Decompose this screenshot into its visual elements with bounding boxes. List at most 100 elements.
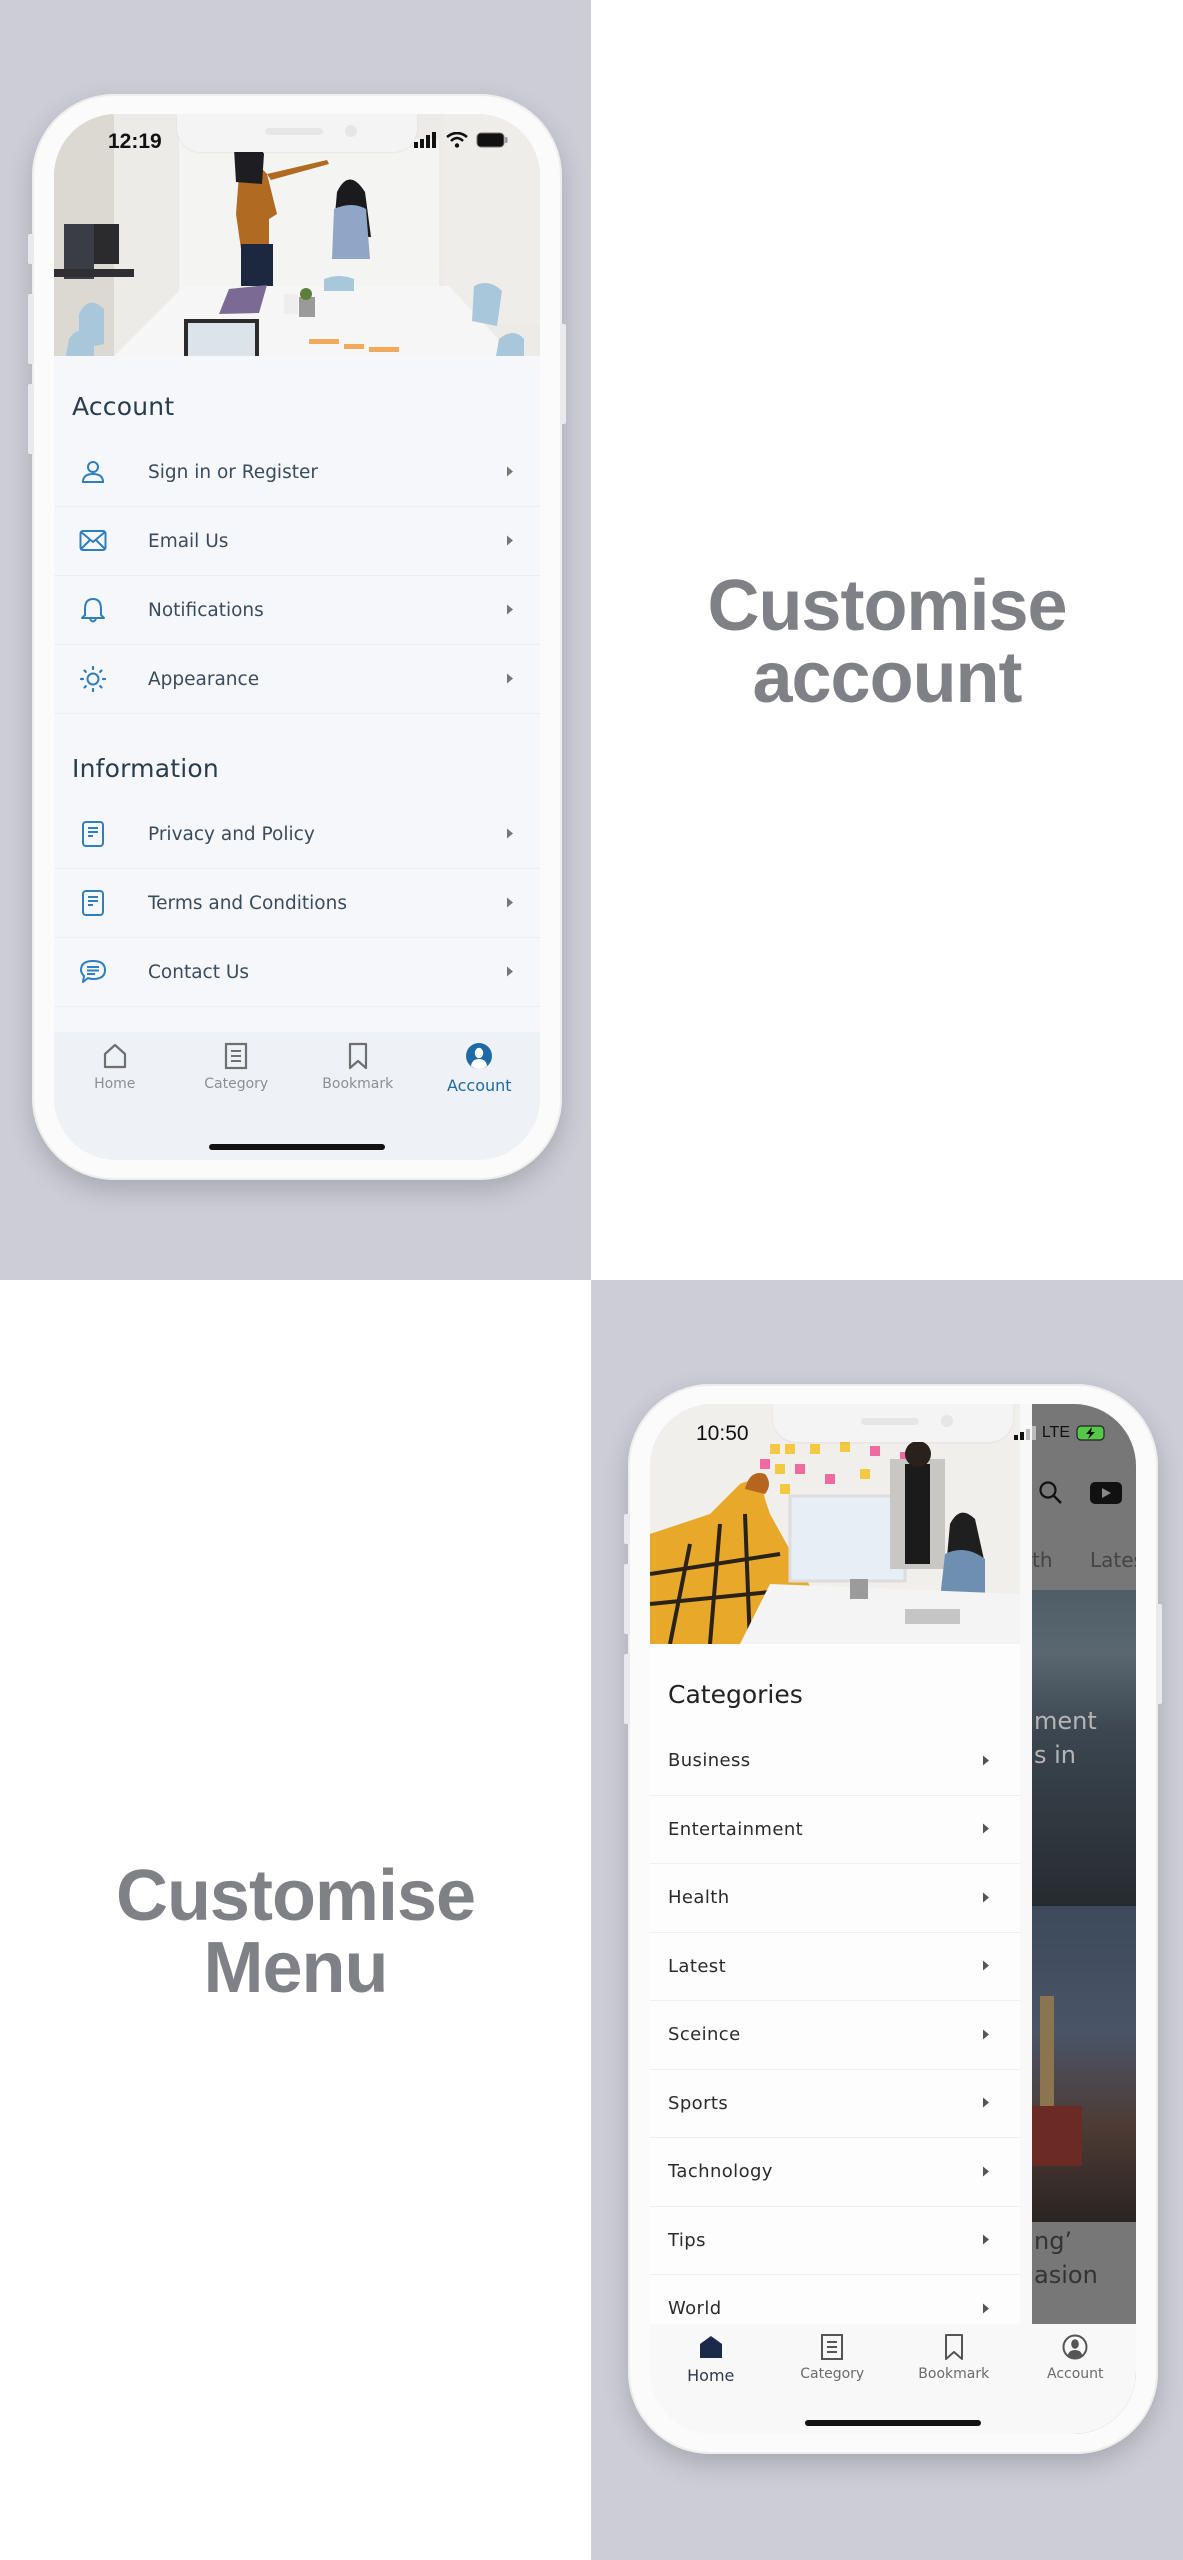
phone-frame: 12:19 Account Sign in or Register Email …: [28, 94, 566, 1180]
bookmark-icon: [944, 2334, 963, 2360]
category-item[interactable]: Latest: [650, 1933, 1020, 2001]
category-item[interactable]: Tips: [650, 2207, 1020, 2275]
tab-bookmark[interactable]: Bookmark: [893, 2334, 1015, 2434]
menu-item-label: Notifications: [148, 599, 264, 621]
tab-label: Bookmark: [322, 1076, 394, 1092]
account-showcase-panel: 12:19 Account Sign in or Register Email …: [0, 0, 591, 1280]
chevron-right-icon: [506, 894, 514, 913]
bell-icon: [78, 595, 108, 625]
menu-caption-panel: Customise Menu: [0, 1280, 591, 2560]
power-button: [560, 324, 566, 424]
bg-headline-line: ment: [1034, 1707, 1097, 1735]
menu-showcase-panel: th Lates ment s in ng’ asion: [591, 1280, 1183, 2560]
background-app-dimmed: th Lates ment s in ng’ asion: [1032, 1404, 1136, 2434]
notch: [177, 114, 417, 152]
menu-item-terms-conditions[interactable]: Terms and Conditions: [54, 869, 540, 938]
chevron-right-icon: [982, 2025, 990, 2044]
bookmark-icon: [348, 1042, 367, 1070]
category-label: Business: [668, 1750, 751, 1772]
account-caption-panel: Customise account: [591, 0, 1183, 1280]
document-icon: [78, 888, 108, 918]
chevron-right-icon: [506, 601, 514, 620]
volume-up-button: [28, 294, 34, 364]
menu-item-contact-us[interactable]: Contact Us: [54, 938, 540, 1007]
tab-label: Bookmark: [918, 2366, 990, 2382]
tab-category[interactable]: Category: [176, 1042, 298, 1160]
menu-item-appearance[interactable]: Appearance: [54, 645, 540, 714]
bg-headline-line: s in: [1034, 1741, 1077, 1769]
drawer-title: Categories: [668, 1680, 803, 1709]
menu-item-label: Terms and Conditions: [148, 892, 347, 914]
tab-label: Category: [204, 1076, 269, 1092]
mute-switch: [624, 1514, 630, 1544]
menu-item-label: Contact Us: [148, 961, 250, 983]
category-icon: [225, 1042, 248, 1070]
tab-bookmark[interactable]: Bookmark: [297, 1042, 419, 1160]
search-icon: [1039, 1481, 1062, 1504]
chevron-right-icon: [982, 2094, 990, 2113]
chevron-right-icon: [506, 963, 514, 982]
section-title-account: Account: [72, 392, 175, 421]
bg-headline-partial: ment s in: [1034, 1704, 1097, 1772]
wifi-icon: [446, 132, 468, 148]
tab-home[interactable]: Home: [54, 1042, 176, 1160]
front-camera: [345, 125, 357, 137]
bg-tab-partial: th: [1032, 1548, 1053, 1572]
tab-label: Home: [687, 2366, 735, 2385]
battery-charging-icon: [1076, 1425, 1108, 1441]
home-indicator: [209, 1144, 385, 1150]
network-type: LTE: [1041, 1424, 1070, 1441]
category-label: Tips: [668, 2229, 706, 2251]
tab-account[interactable]: Account: [419, 1042, 541, 1160]
phone-frame: th Lates ment s in ng’ asion: [624, 1384, 1162, 2454]
speaker-grille: [265, 128, 323, 135]
category-item[interactable]: Sceince: [650, 2001, 1020, 2070]
category-item[interactable]: Sports: [650, 2070, 1020, 2138]
category-drawer: Categories Business Entertainment Health La…: [650, 1404, 1020, 2344]
tab-label: Account: [446, 1076, 512, 1095]
tab-category[interactable]: Category: [772, 2334, 894, 2434]
chat-icon: [78, 957, 108, 987]
chevron-right-icon: [982, 1888, 990, 1907]
bottom-tab-bar: Home Category Bookmark Account: [650, 2324, 1136, 2434]
menu-item-privacy-policy[interactable]: Privacy and Policy: [54, 800, 540, 869]
category-item[interactable]: Tachnology: [650, 2138, 1020, 2207]
home-icon: [699, 2336, 722, 2358]
home-icon: [103, 1043, 126, 1069]
user-icon: [78, 457, 108, 487]
category-label: World: [668, 2298, 722, 2320]
status-time: 12:19: [108, 130, 162, 153]
section-title-information: Information: [72, 754, 219, 783]
category-list: Business Entertainment Health Latest Sceince…: [650, 1727, 1020, 2344]
category-item[interactable]: Business: [650, 1727, 1020, 1796]
chevron-right-icon: [506, 532, 514, 551]
notch: [773, 1404, 1013, 1442]
chevron-right-icon: [982, 1957, 990, 1976]
bottom-tab-bar: Home Category Bookmark Account: [54, 1032, 540, 1160]
volume-down-button: [28, 384, 34, 454]
menu-item-notifications[interactable]: Notifications: [54, 576, 540, 645]
mute-switch: [28, 234, 34, 264]
tab-account[interactable]: Account: [1015, 2334, 1137, 2434]
menu-item-label: Appearance: [148, 668, 260, 690]
menu-item-sign-in[interactable]: Sign in or Register: [54, 438, 540, 507]
category-label: Tachnology: [668, 2161, 773, 2183]
tab-home[interactable]: Home: [650, 2334, 772, 2434]
account-icon: [466, 1043, 493, 1069]
bg-headline-line: ng’: [1034, 2227, 1073, 2255]
document-icon: [78, 819, 108, 849]
chevron-right-icon: [506, 463, 514, 482]
chevron-right-icon: [506, 670, 514, 689]
menu-screen: th Lates ment s in ng’ asion: [650, 1404, 1136, 2434]
category-label: Latest: [668, 1955, 727, 1977]
volume-up-button: [624, 1564, 630, 1634]
chevron-right-icon: [506, 825, 514, 844]
mail-icon: [78, 526, 108, 556]
menu-item-email-us[interactable]: Email Us: [54, 507, 540, 576]
sun-icon: [78, 664, 108, 694]
caption-line: account: [752, 638, 1022, 718]
category-item[interactable]: Entertainment: [650, 1796, 1020, 1864]
category-item[interactable]: Health: [650, 1864, 1020, 1933]
caption-customise-account: Customise account: [591, 570, 1183, 714]
battery-icon: [476, 132, 508, 148]
